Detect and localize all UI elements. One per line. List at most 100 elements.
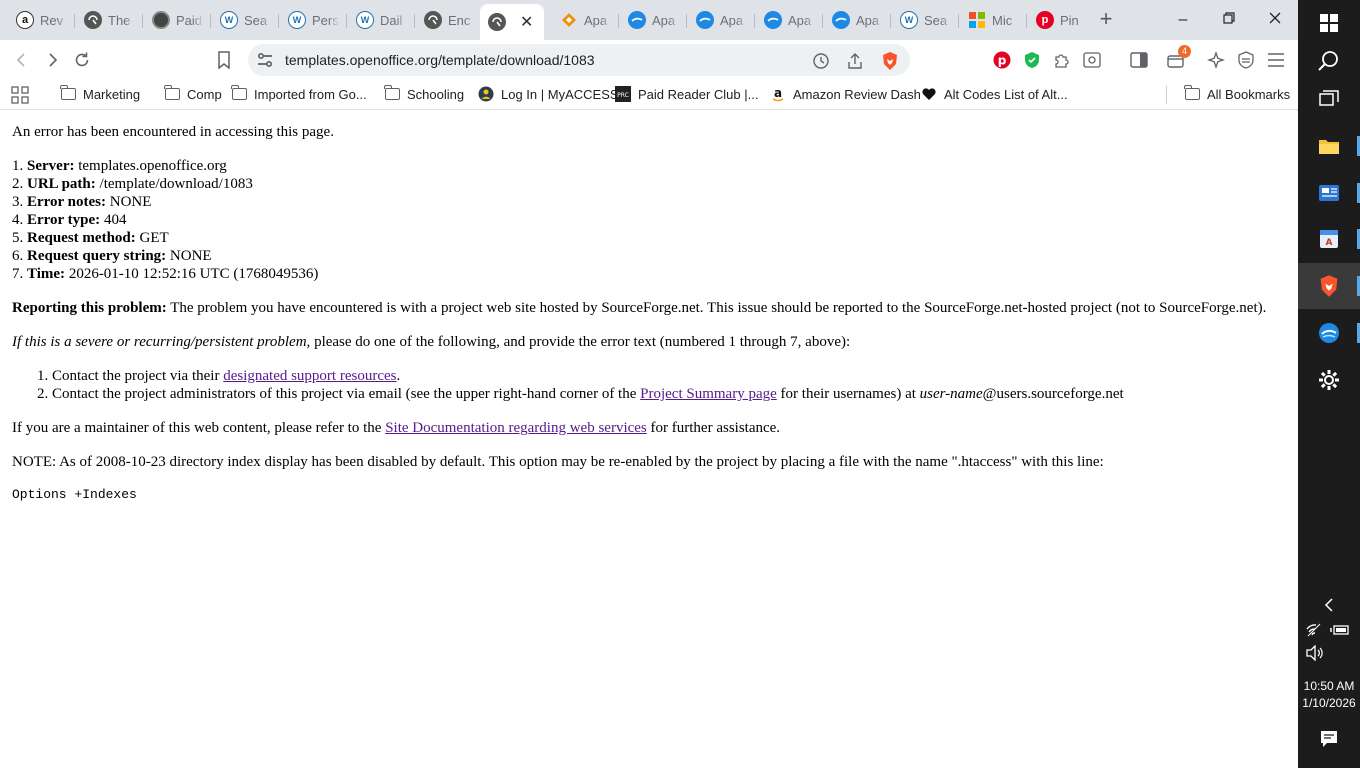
- news-app-button[interactable]: [1298, 170, 1360, 216]
- wordpress-icon: W: [356, 11, 374, 29]
- volume-icon[interactable]: [1306, 644, 1324, 662]
- wallet-button[interactable]: 4: [1164, 45, 1191, 72]
- tab-separator: [1026, 14, 1027, 28]
- restore-button[interactable]: [1217, 8, 1241, 32]
- settings-button[interactable]: [1298, 357, 1360, 403]
- browser-tab[interactable]: Apa: [620, 4, 684, 36]
- browser-tab[interactable]: Apa: [688, 4, 752, 36]
- reader-mode-button[interactable]: [1080, 48, 1104, 72]
- sidebar-button[interactable]: [1127, 48, 1151, 72]
- browser-tab[interactable]: W Dail: [348, 4, 412, 36]
- email-domain: @users.sourceforge.net: [982, 386, 1124, 402]
- error-intro: An error has been encountered in accessi…: [12, 124, 334, 140]
- url-text[interactable]: templates.openoffice.org/template/downlo…: [285, 52, 595, 68]
- detail-label: Error notes:: [27, 194, 107, 210]
- history-icon: [813, 53, 829, 69]
- browser-tab[interactable]: p Pin: [1028, 4, 1092, 36]
- apps-button[interactable]: [11, 86, 29, 104]
- bookmark-item[interactable]: Comp: [164, 85, 222, 102]
- menu-button[interactable]: [1264, 48, 1288, 72]
- forward-icon: [49, 53, 58, 67]
- bookmark-item[interactable]: Imported from Go...: [231, 85, 367, 102]
- bookmark-item[interactable]: Alt Codes List of Alt...: [921, 86, 1068, 102]
- browser-tab[interactable]: Enc: [416, 4, 480, 36]
- support-resources-link[interactable]: designated support resources: [223, 368, 396, 384]
- detail-number: 5.: [12, 230, 24, 246]
- browser-tab[interactable]: a Rev: [8, 4, 72, 36]
- openoffice-icon: [696, 11, 714, 29]
- shield-extension-button[interactable]: [1020, 48, 1044, 72]
- leo-ai-button[interactable]: [1204, 48, 1228, 72]
- bookmark-item[interactable]: Schooling: [384, 85, 464, 102]
- folder-icon: [1184, 85, 1200, 102]
- notifications-button[interactable]: [1298, 716, 1360, 762]
- browser-tab[interactable]: The: [76, 4, 140, 36]
- reload-button[interactable]: [70, 48, 94, 72]
- share-button[interactable]: [844, 50, 866, 72]
- detail-value: 2026-01-10 12:52:16 UTC (1768049536): [68, 266, 319, 282]
- back-icon: [16, 53, 25, 67]
- openoffice-button[interactable]: [1298, 310, 1360, 356]
- diamond-icon: [560, 11, 578, 29]
- show-hidden-icons-button[interactable]: [1298, 583, 1360, 627]
- news-icon: [1319, 185, 1339, 201]
- tab-separator: [822, 14, 823, 28]
- brave-browser-button[interactable]: [1298, 263, 1360, 309]
- address-bar[interactable]: templates.openoffice.org/template/downlo…: [248, 44, 910, 76]
- bookmark-item[interactable]: Marketing: [60, 85, 140, 102]
- browser-tab[interactable]: Paid: [144, 4, 208, 36]
- gear-icon: [1319, 370, 1339, 390]
- all-bookmarks-button[interactable]: All Bookmarks: [1184, 85, 1290, 102]
- brave-shields-button[interactable]: [879, 50, 901, 72]
- new-tab-button[interactable]: +: [1094, 8, 1118, 32]
- bookmark-item[interactable]: a Amazon Review Dash: [770, 86, 921, 102]
- tab-separator: [754, 14, 755, 28]
- forward-button[interactable]: [40, 48, 64, 72]
- maint-end: for further assistance.: [646, 420, 781, 436]
- amazon-icon: a: [16, 11, 34, 29]
- bookmark-label: Imported from Go...: [254, 86, 367, 102]
- network-icon[interactable]: [1306, 623, 1324, 639]
- detail-value: NONE: [109, 194, 152, 210]
- browser-tab[interactable]: Apa: [552, 4, 616, 36]
- clock[interactable]: 10:50 AM 1/10/2026: [1298, 678, 1360, 712]
- bookmark-item[interactable]: PRC Paid Reader Club |...: [615, 86, 758, 102]
- browser-tab[interactable]: W Sea: [892, 4, 956, 36]
- error-detail-item: 7. Time: 2026-01-10 12:52:16 UTC (176804…: [12, 265, 1286, 283]
- bookmark-item[interactable]: Log In | MyACCESS: [478, 86, 619, 102]
- browser-tab[interactable]: ✕: [480, 4, 544, 40]
- back-button[interactable]: [10, 48, 34, 72]
- close-window-button[interactable]: [1263, 8, 1287, 32]
- vpn-button[interactable]: [1234, 48, 1258, 72]
- project-summary-link[interactable]: Project Summary page: [640, 386, 777, 402]
- severe-italic: If this is a severe or recurring/persist…: [12, 334, 311, 350]
- bookmark-label: Log In | MyACCESS: [501, 86, 619, 102]
- apps-grid-icon: [11, 86, 29, 104]
- pinterest-icon: p: [1036, 11, 1054, 29]
- browser-tab[interactable]: W Pers: [280, 4, 344, 36]
- browser-tab[interactable]: Apa: [824, 4, 888, 36]
- contact-steps-list: Contact the project via their designated…: [52, 367, 1286, 403]
- windows-logo-icon: [1320, 14, 1338, 32]
- green-shield-icon: [1025, 52, 1039, 68]
- browser-tab[interactable]: Apa: [756, 4, 820, 36]
- pinterest-extension-button[interactable]: p: [990, 48, 1014, 72]
- minimize-button[interactable]: –: [1171, 8, 1195, 32]
- history-button[interactable]: [810, 50, 832, 72]
- bookmark-button[interactable]: [212, 48, 236, 72]
- prc-icon: PRC: [615, 86, 631, 102]
- svg-text:PRC: PRC: [617, 92, 629, 99]
- browser-tab[interactable]: W Sea: [212, 4, 276, 36]
- browser-tab[interactable]: Mic: [960, 4, 1024, 36]
- badge-icon: [152, 11, 170, 29]
- site-settings-icon[interactable]: [256, 51, 274, 69]
- battery-icon[interactable]: [1330, 623, 1352, 639]
- heart-icon: [921, 86, 937, 102]
- image-app-button[interactable]: A: [1298, 216, 1360, 262]
- task-view-button[interactable]: [1298, 76, 1360, 122]
- tab-title: Rev: [40, 12, 64, 28]
- file-explorer-button[interactable]: [1298, 123, 1360, 169]
- extensions-button[interactable]: [1050, 48, 1074, 72]
- site-documentation-link[interactable]: Site Documentation regarding web service…: [385, 420, 647, 436]
- close-tab-icon[interactable]: ✕: [520, 12, 533, 32]
